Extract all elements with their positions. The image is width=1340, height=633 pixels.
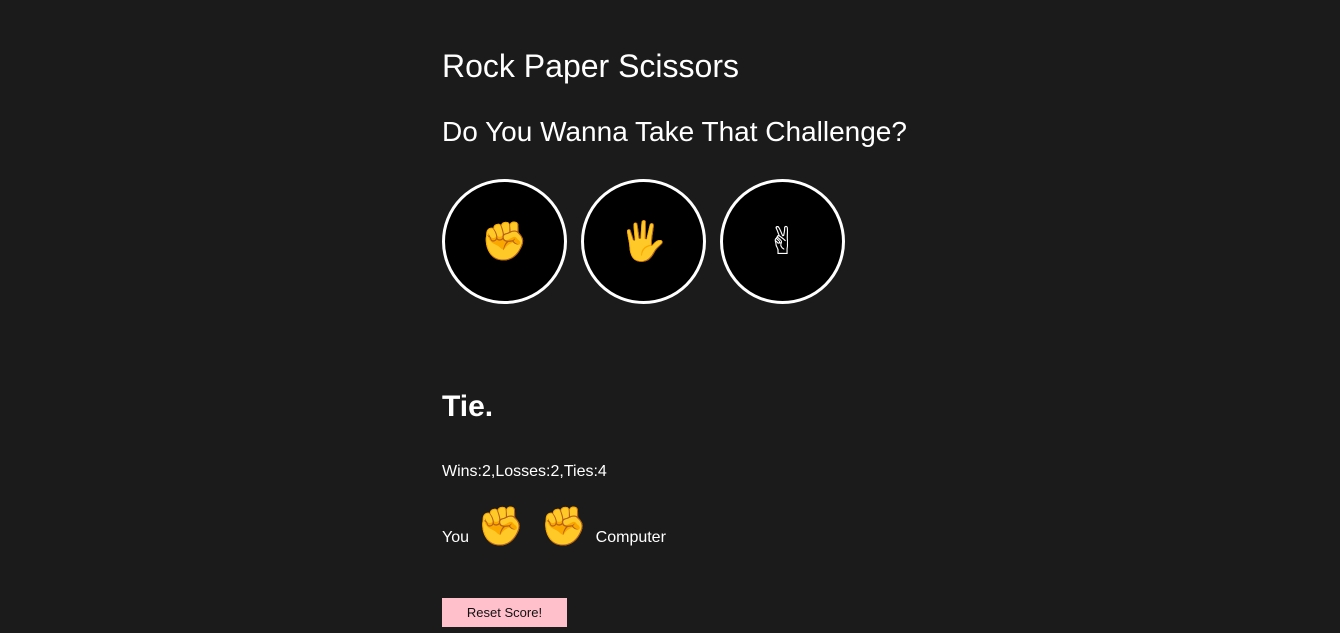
computer-label: Computer <box>595 529 666 546</box>
raised-fist-icon: ✊ <box>480 220 529 263</box>
result-text: Tie. <box>442 390 494 423</box>
reset-score-button[interactable]: Reset Score! <box>442 598 567 627</box>
paper-button[interactable]: 🖐 <box>581 179 706 304</box>
rock-button[interactable]: ✊ <box>442 179 567 304</box>
you-label: You <box>442 529 469 546</box>
player-move-icon: ✊ <box>477 506 525 548</box>
challenge-subtitle: Do You Wanna Take That Challenge? <box>442 116 907 147</box>
choice-buttons: ✊ 🖐 ✌ <box>442 179 845 304</box>
moves-display: You ✊ ✊ Computer <box>442 505 666 549</box>
page-title: Rock Paper Scissors <box>442 48 739 84</box>
score-text: Wins:2,Losses:2,Ties:4 <box>442 463 607 480</box>
victory-hand-icon: ✌ <box>766 220 799 263</box>
scissors-button[interactable]: ✌ <box>720 179 845 304</box>
computer-move-icon: ✊ <box>540 506 588 548</box>
raised-hand-icon: 🖐 <box>619 220 668 263</box>
